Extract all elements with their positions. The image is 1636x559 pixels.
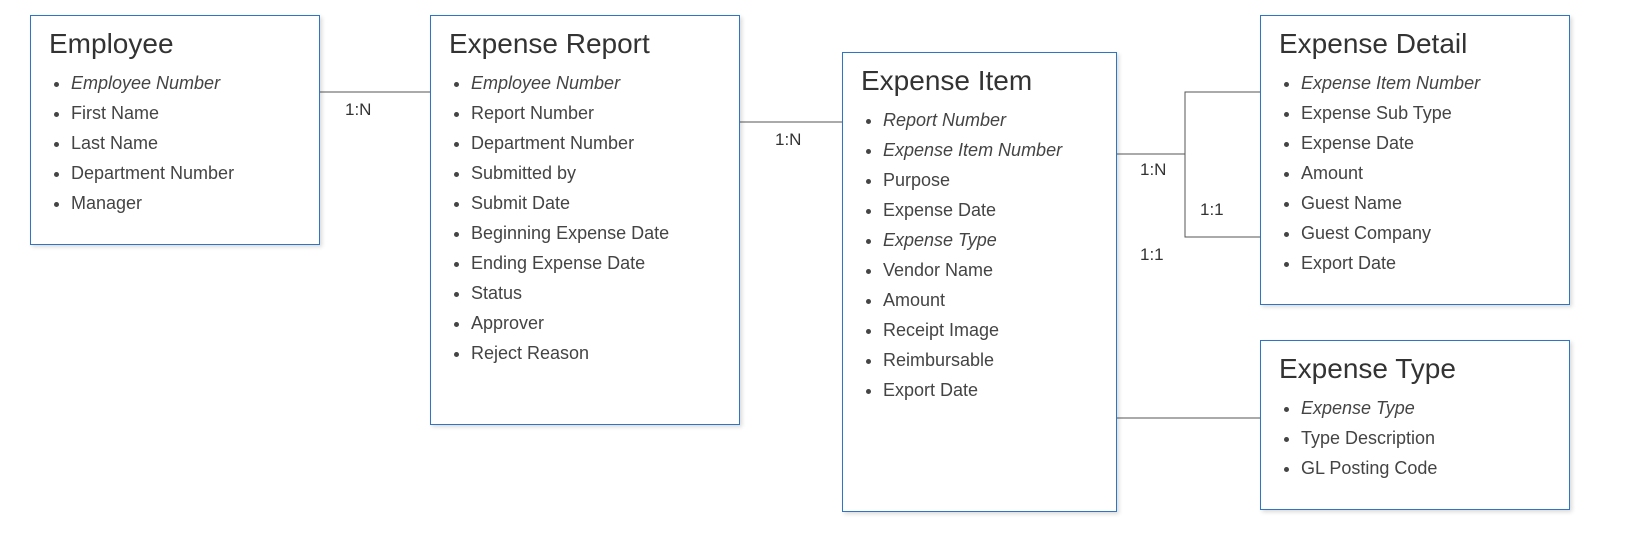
entity-field-label: GL Posting Code [1301,458,1437,478]
entity-field-label: Department Number [471,133,634,153]
entity-field-label: Export Date [1301,253,1396,273]
entity-expense-type: Expense Type Expense Type Type Description… [1260,340,1570,510]
entity-field: Expense Item Number [1301,68,1551,98]
entity-title: Expense Report [449,28,721,60]
entity-field-label: Submitted by [471,163,576,183]
entity-field: Ending Expense Date [471,248,721,278]
entity-field-label: Report Number [883,110,1006,130]
entity-field: GL Posting Code [1301,453,1551,483]
entity-field: Guest Company [1301,218,1551,248]
entity-field: Purpose [883,165,1098,195]
entity-field-label: Expense Date [883,200,996,220]
entity-field: Reimbursable [883,345,1098,375]
entity-expense-item: Expense Item Report Number Expense Item Nu… [842,52,1117,512]
relation-label-report-to-item: 1:N [775,130,801,150]
entity-field-list: Report Number Expense Item Number Purpose E… [861,105,1098,405]
entity-field-label: Amount [883,290,945,310]
entity-field-label: Expense Type [883,230,997,250]
entity-field: Receipt Image [883,315,1098,345]
entity-field: Employee Number [71,68,301,98]
entity-field: Expense Sub Type [1301,98,1551,128]
entity-field-label: Submit Date [471,193,570,213]
entity-field-label: Expense Item Number [1301,73,1480,93]
entity-field: Employee Number [471,68,721,98]
relation-label-emp-to-report: 1:N [345,100,371,120]
relation-label-item-to-detail-1n: 1:N [1140,160,1166,180]
relation-label-item-to-detail-11: 1:1 [1200,200,1224,220]
entity-field: Approver [471,308,721,338]
entity-field-label: Expense Date [1301,133,1414,153]
entity-field-label: Employee Number [471,73,620,93]
entity-field-label: Guest Company [1301,223,1431,243]
entity-field-list: Employee Number Report Number Department N… [449,68,721,368]
entity-field-list: Employee Number First Name Last Name Depart… [49,68,301,218]
entity-field-label: Vendor Name [883,260,993,280]
entity-field: Export Date [1301,248,1551,278]
entity-field: Expense Date [883,195,1098,225]
entity-field-label: Expense Item Number [883,140,1062,160]
entity-field: Submit Date [471,188,721,218]
entity-field: First Name [71,98,301,128]
entity-field-label: Reimbursable [883,350,994,370]
entity-title: Expense Item [861,65,1098,97]
entity-title: Expense Type [1279,353,1551,385]
entity-field-label: First Name [71,103,159,123]
entity-field-label: Export Date [883,380,978,400]
entity-field: Submitted by [471,158,721,188]
entity-field: Vendor Name [883,255,1098,285]
entity-field-label: Reject Reason [471,343,589,363]
entity-field: Expense Item Number [883,135,1098,165]
er-diagram: 1:N 1:N 1:N 1:1 1:1 Employee Employee Number Fi… [0,0,1636,559]
entity-field: Department Number [471,128,721,158]
entity-field: Beginning Expense Date [471,218,721,248]
entity-field: Export Date [883,375,1098,405]
entity-field-list: Expense Type Type Description GL Posting C… [1279,393,1551,483]
entity-field-label: Purpose [883,170,950,190]
entity-field: Amount [883,285,1098,315]
entity-field-label: Approver [471,313,544,333]
entity-title: Expense Detail [1279,28,1551,60]
entity-field-label: Employee Number [71,73,220,93]
entity-field: Department Number [71,158,301,188]
entity-field-label: Receipt Image [883,320,999,340]
entity-field-label: Report Number [471,103,594,123]
entity-field: Expense Date [1301,128,1551,158]
entity-field: Report Number [883,105,1098,135]
entity-field: Report Number [471,98,721,128]
entity-field: Status [471,278,721,308]
entity-field-label: Amount [1301,163,1363,183]
entity-title: Employee [49,28,301,60]
entity-field: Last Name [71,128,301,158]
entity-field: Reject Reason [471,338,721,368]
entity-field-label: Manager [71,193,142,213]
entity-field-label: Last Name [71,133,158,153]
entity-field-label: Department Number [71,163,234,183]
entity-field: Expense Type [1301,393,1551,423]
entity-field-label: Beginning Expense Date [471,223,669,243]
entity-field-label: Type Description [1301,428,1435,448]
entity-field-label: Expense Type [1301,398,1415,418]
entity-field-label: Guest Name [1301,193,1402,213]
entity-field: Manager [71,188,301,218]
entity-field: Guest Name [1301,188,1551,218]
entity-field-label: Status [471,283,522,303]
relation-label-item-to-type-11: 1:1 [1140,245,1164,265]
entity-field-label: Ending Expense Date [471,253,645,273]
entity-field: Type Description [1301,423,1551,453]
entity-field-label: Expense Sub Type [1301,103,1452,123]
entity-employee: Employee Employee Number First Name Last Na… [30,15,320,245]
entity-expense-report: Expense Report Employee Number Report Numb… [430,15,740,425]
entity-field: Amount [1301,158,1551,188]
entity-field: Expense Type [883,225,1098,255]
entity-expense-detail: Expense DetailExpense Item NumberExpense… [1260,15,1570,305]
entity-field-list: Expense Item Number Expense Sub Type Expen… [1279,68,1551,278]
